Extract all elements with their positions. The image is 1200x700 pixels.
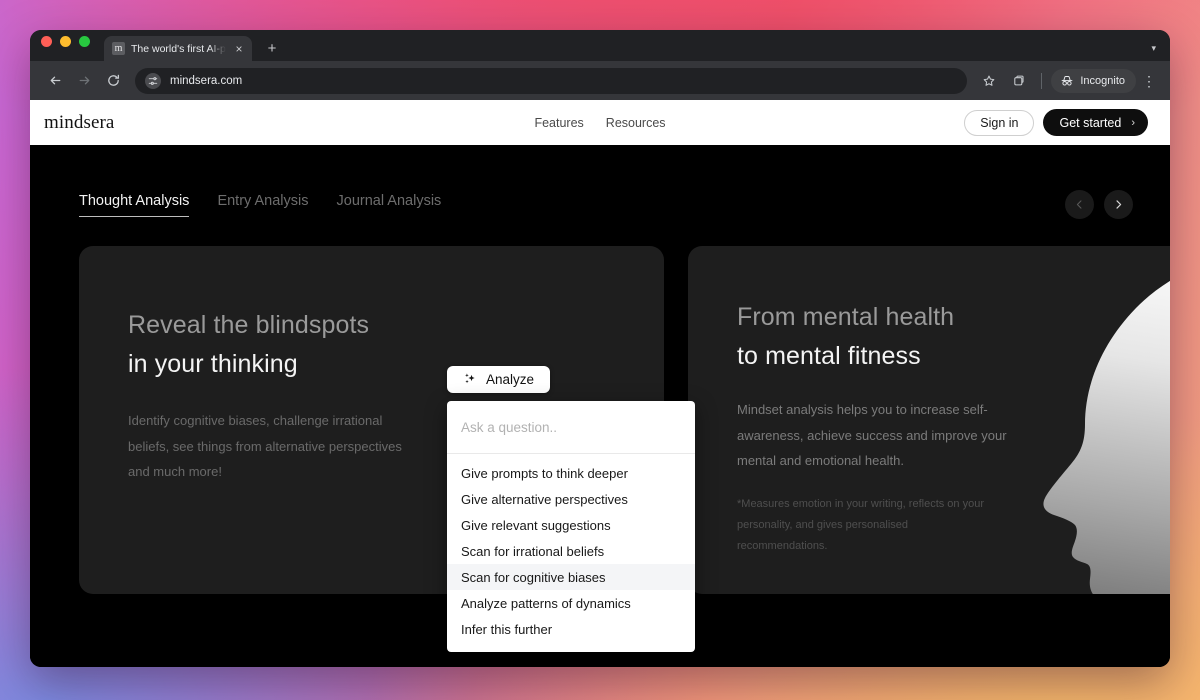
analysis-tabs-row: Thought Analysis Entry Analysis Journal …	[30, 145, 1170, 219]
card-right-heading: From mental health to mental fitness	[737, 298, 1170, 375]
minimize-window-button[interactable]	[60, 36, 71, 47]
close-tab-icon[interactable]: ×	[232, 43, 246, 55]
carousel-next-button[interactable]	[1104, 190, 1133, 219]
sign-in-button[interactable]: Sign in	[964, 109, 1035, 136]
bookmark-star-icon[interactable]	[976, 68, 1002, 94]
option-give-alternative-perspectives[interactable]: Give alternative perspectives	[447, 486, 695, 512]
tab-entry-analysis[interactable]: Entry Analysis	[217, 192, 308, 217]
hero-section: Thought Analysis Entry Analysis Journal …	[30, 145, 1170, 667]
tab-favicon: m	[112, 42, 125, 55]
nav-link-features[interactable]: Features	[534, 116, 583, 130]
carousel-prev-button[interactable]	[1065, 190, 1094, 219]
card-right-body: Mindset analysis helps you to increase s…	[737, 402, 1007, 469]
tab-title: The world's first AI-powered j	[131, 42, 226, 55]
analysis-tabs: Thought Analysis Entry Analysis Journal …	[79, 192, 441, 217]
new-tab-button[interactable]: +	[264, 41, 280, 56]
forward-button[interactable]	[71, 68, 97, 94]
analyze-options-list: Give prompts to think deeper Give altern…	[447, 454, 695, 652]
toolbar-divider	[1041, 72, 1043, 89]
sparkles-icon	[465, 373, 475, 384]
tab-journal-analysis[interactable]: Journal Analysis	[337, 192, 442, 217]
incognito-label: Incognito	[1080, 74, 1125, 87]
chevron-down-icon[interactable]: ▾	[1151, 43, 1156, 54]
analyze-popover: Analyze Ask a question.. Give prompts to…	[447, 366, 695, 652]
split-view-icon[interactable]	[1006, 68, 1032, 94]
address-bar[interactable]: mindsera.com	[135, 67, 968, 94]
ask-question-input[interactable]: Ask a question..	[447, 401, 695, 454]
analyze-dropdown: Ask a question.. Give prompts to think d…	[447, 401, 695, 652]
incognito-icon	[1061, 75, 1073, 86]
option-give-relevant-suggestions[interactable]: Give relevant suggestions	[447, 512, 695, 538]
chevron-right-icon	[1116, 200, 1122, 209]
window-traffic-lights	[41, 30, 90, 61]
browser-menu-button[interactable]: ⋮	[1140, 74, 1158, 88]
browser-tab[interactable]: m The world's first AI-powered j ×	[104, 36, 252, 61]
card-left-body: Identify cognitive biases, challenge irr…	[128, 413, 402, 480]
browser-toolbar: mindsera.com Incognito ⋮	[30, 61, 1170, 100]
site-logo[interactable]: mindsera	[44, 112, 114, 134]
incognito-indicator[interactable]: Incognito	[1051, 68, 1136, 93]
browser-tabstrip: m The world's first AI-powered j × + ▾	[30, 30, 1170, 61]
site-header: mindsera Features Resources Sign in Get …	[30, 100, 1170, 145]
reload-button[interactable]	[100, 68, 126, 94]
get-started-button[interactable]: Get started ›	[1043, 109, 1148, 136]
option-give-prompts-to-think-deeper[interactable]: Give prompts to think deeper	[447, 460, 695, 486]
get-started-label: Get started	[1059, 115, 1122, 130]
browser-window: m The world's first AI-powered j × + ▾ m…	[30, 30, 1170, 667]
carousel-controls	[1065, 190, 1133, 219]
back-button[interactable]	[42, 68, 68, 94]
option-infer-this-further[interactable]: Infer this further	[447, 616, 695, 642]
header-actions: Sign in Get started ›	[964, 109, 1148, 136]
option-scan-for-cognitive-biases[interactable]: Scan for cognitive biases	[447, 564, 695, 590]
card-left-heading-line1: Reveal the blindspots	[128, 311, 370, 339]
close-window-button[interactable]	[41, 36, 52, 47]
card-mental-fitness: From mental health to mental fitness Min…	[688, 246, 1170, 594]
option-scan-for-irrational-beliefs[interactable]: Scan for irrational beliefs	[447, 538, 695, 564]
analyze-button-label: Analyze	[485, 372, 535, 387]
maximize-window-button[interactable]	[79, 36, 90, 47]
site-settings-icon[interactable]	[145, 72, 161, 89]
web-page: mindsera Features Resources Sign in Get …	[30, 100, 1170, 667]
chevron-left-icon	[1076, 200, 1082, 209]
address-bar-url: mindsera.com	[170, 74, 243, 87]
card-right-note: *Measures emotion in your writing, refle…	[737, 498, 984, 553]
nav-link-resources[interactable]: Resources	[606, 116, 666, 130]
option-analyze-patterns-of-dynamics[interactable]: Analyze patterns of dynamics	[447, 590, 695, 616]
tab-thought-analysis[interactable]: Thought Analysis	[79, 192, 190, 217]
toolbar-actions: Incognito ⋮	[976, 68, 1158, 94]
chevron-right-icon: ›	[1131, 116, 1135, 129]
card-right-heading-line1: From mental health	[737, 303, 955, 331]
card-right-heading-line2: to mental fitness	[737, 341, 921, 370]
analyze-button[interactable]: Analyze	[447, 366, 550, 393]
